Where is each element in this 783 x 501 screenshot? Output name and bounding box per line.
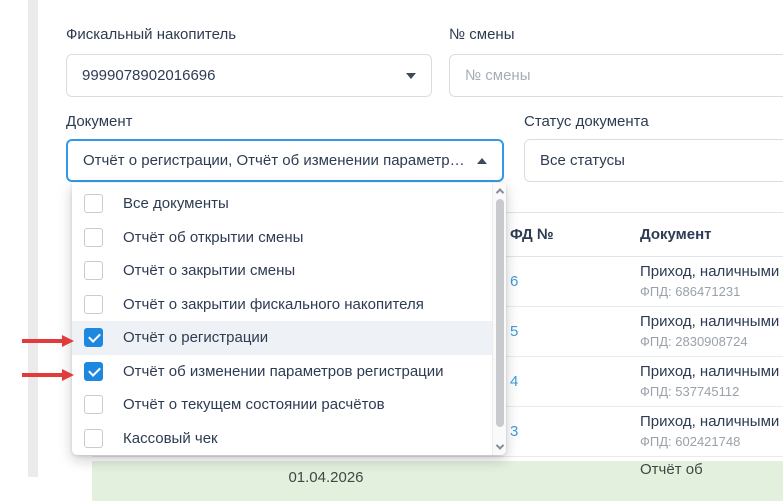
document-select-value: Отчёт о регистрации, Отчёт об изменении … [83, 152, 469, 169]
shift-number-label: № смены [449, 26, 515, 43]
annotation-arrow-icon [22, 369, 74, 381]
dropdown-option-label: Отчёт об изменении параметров регистраци… [123, 362, 444, 380]
dropdown-option[interactable]: Отчёт о регистрации [72, 321, 492, 355]
chevron-up-icon [477, 157, 487, 164]
left-gutter [28, 0, 38, 477]
dropdown-option[interactable]: Отчёт о закрытии фискального накопителя [72, 288, 492, 322]
dropdown-scrollbar[interactable] [492, 183, 506, 455]
fpd-code: ФПД: 537745112 [640, 384, 740, 399]
header-cell-document: Документ [640, 226, 712, 243]
checkbox-checked-icon[interactable] [84, 361, 103, 381]
chevron-down-icon [406, 72, 416, 79]
summary-date: 01.04.2026 [288, 469, 364, 486]
document-dropdown-panel: Все документы Отчёт об открытии смены Отчё… [72, 183, 506, 455]
document-status-value: Все статусы [540, 152, 625, 169]
checkbox-checked-icon[interactable] [84, 328, 103, 348]
dropdown-option[interactable]: Все документы [72, 187, 492, 221]
dropdown-option-label: Отчёт о закрытии смены [123, 262, 296, 280]
checkbox-unchecked-icon[interactable] [84, 395, 103, 415]
checkbox-unchecked-icon[interactable] [84, 227, 103, 247]
shift-number-input[interactable] [465, 67, 783, 84]
fd-number-link[interactable]: 3 [510, 423, 518, 440]
scrollbar-up-arrow[interactable] [493, 184, 506, 198]
fpd-code: ФПД: 686471231 [640, 284, 741, 299]
dropdown-option[interactable]: Отчёт о текущем состоянии расчётов [72, 388, 492, 422]
dropdown-option-label: Кассовый чек [123, 429, 218, 447]
fiscal-drive-value: 9999078902016696 [82, 67, 216, 84]
checkbox-unchecked-icon[interactable] [84, 428, 103, 448]
fiscal-drive-label: Фискальный накопитель [66, 26, 237, 43]
chevron-up-icon [495, 188, 505, 197]
dropdown-option-label: Все документы [123, 195, 229, 213]
dropdown-option[interactable]: Отчёт о закрытии смены [72, 254, 492, 288]
summary-document: Отчёт об [640, 461, 703, 478]
checkbox-unchecked-icon[interactable] [84, 194, 103, 214]
chevron-down-icon [495, 441, 505, 450]
table-row-summary[interactable]: 01.04.2026 Отчёт об [92, 461, 783, 501]
document-type: Приход, наличными [640, 263, 780, 280]
document-label: Документ [66, 113, 133, 130]
document-status-label: Статус документа [524, 113, 649, 130]
document-type: Приход, наличными [640, 413, 780, 430]
dropdown-option-label: Отчёт о закрытии фискального накопителя [123, 295, 424, 313]
checkbox-unchecked-icon[interactable] [84, 261, 103, 281]
fd-number-link[interactable]: 6 [510, 273, 518, 290]
annotation-arrow-icon [22, 335, 74, 347]
dropdown-option[interactable]: Отчёт об изменении параметров регистраци… [72, 355, 492, 389]
scrollbar-down-arrow[interactable] [493, 440, 506, 454]
document-select[interactable]: Отчёт о регистрации, Отчёт об изменении … [66, 139, 504, 182]
document-type: Приход, наличными [640, 363, 780, 380]
dropdown-option-label: Отчёт о текущем состоянии расчётов [123, 396, 385, 414]
dropdown-option[interactable]: Отчёт об открытии смены [72, 221, 492, 255]
dropdown-option-label: Отчёт об открытии смены [123, 228, 304, 246]
document-status-select[interactable]: Все статусы [524, 139, 783, 182]
checkbox-unchecked-icon[interactable] [84, 294, 103, 314]
fd-number-link[interactable]: 4 [510, 373, 518, 390]
dropdown-option[interactable]: Кассовый чек [72, 422, 492, 456]
shift-number-field[interactable] [449, 54, 783, 97]
fpd-code: ФПД: 602421748 [640, 434, 741, 449]
fiscal-drive-select[interactable]: 9999078902016696 [66, 54, 432, 97]
document-type: Приход, наличными [640, 313, 780, 330]
document-dropdown-list: Все документы Отчёт об открытии смены Отчё… [72, 187, 492, 455]
fpd-code: ФПД: 2830908724 [640, 334, 748, 349]
fd-number-link[interactable]: 5 [510, 323, 518, 340]
dropdown-option-label: Отчёт о регистрации [123, 329, 269, 347]
header-cell-fd: ФД № [510, 226, 554, 243]
scrollbar-thumb[interactable] [496, 199, 504, 427]
